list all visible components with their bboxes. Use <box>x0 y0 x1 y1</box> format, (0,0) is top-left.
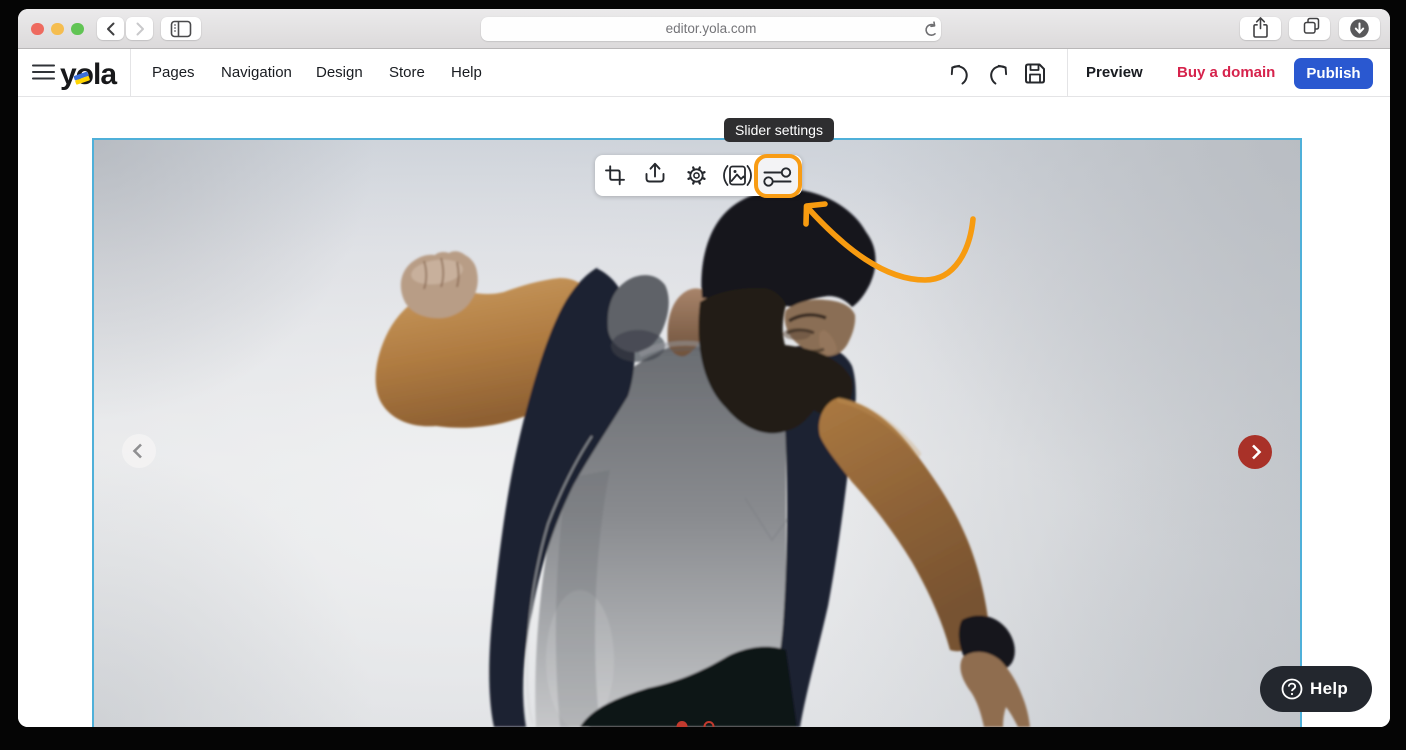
svg-text:yola: yola <box>60 58 117 91</box>
